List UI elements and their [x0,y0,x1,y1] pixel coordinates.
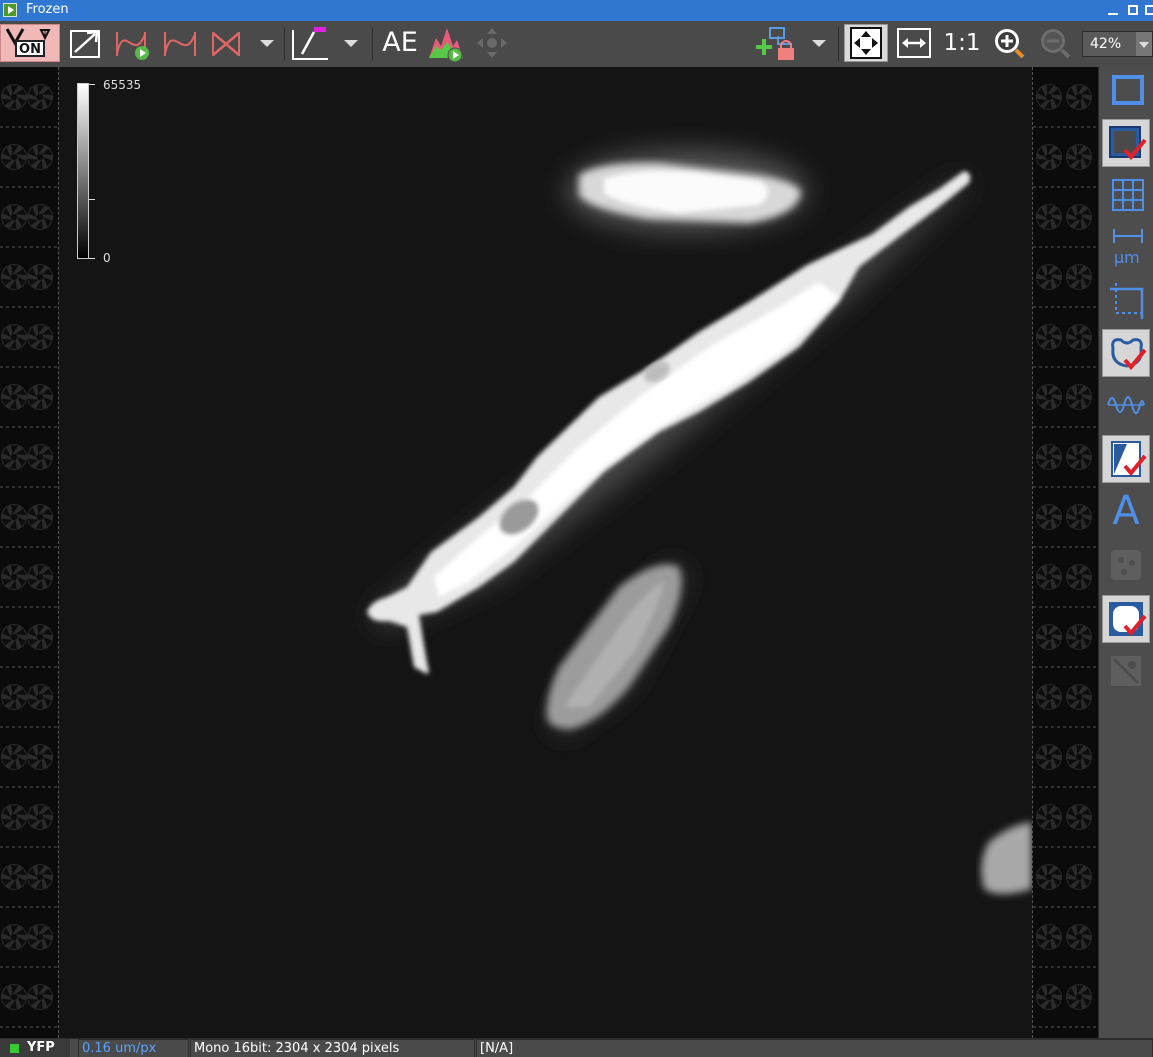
overlay-toggle-button[interactable] [1102,119,1150,167]
close-button[interactable] [1145,5,1153,15]
lut-check-icon [1111,441,1147,477]
calibration-bar [77,83,89,259]
chevron-down-icon [812,40,826,47]
lut-curve-play-icon [116,32,149,60]
overlay-check-icon [1109,126,1147,161]
roi-check-icon [1111,338,1147,371]
app-icon [3,3,17,17]
zoom-in-icon [995,29,1025,59]
title-bar: Frozen [0,0,1153,21]
roi-arrow-icon [70,30,100,58]
shutter-pattern-icon [0,84,58,1028]
scale-bar-um-icon: µm [1113,229,1143,267]
left-background-strip [0,67,59,1038]
waveform-button[interactable] [1102,381,1150,429]
fit-to-window-icon [850,27,882,59]
line-profile-button[interactable] [290,24,332,62]
pixel-scale-link[interactable]: 0.16 um/px [78,1039,189,1057]
binary-objects-icon [1111,550,1141,580]
crop-icon [1110,283,1146,319]
auto-exposure-button[interactable]: AE [380,24,420,62]
waveform-icon [1107,396,1145,414]
frame-button[interactable] [1102,67,1150,115]
layer-options-dropdown[interactable] [806,24,832,62]
maximize-button[interactable] [1128,5,1138,15]
fit-width-icon [897,28,931,58]
crop-button[interactable] [1102,275,1150,323]
cell-image [59,67,1032,1038]
right-background-strip [1032,67,1098,1038]
histogram-play-button[interactable] [426,24,468,62]
histogram-play-icon [429,28,463,62]
zoom-out-icon [1041,29,1071,59]
scale-bar-unit-label: µm [1114,248,1140,267]
calibration-tick-mid [89,199,95,200]
channel-color-led [10,1044,19,1053]
line-profile-icon [292,27,328,60]
scale-bar-button[interactable]: µm [1102,223,1150,271]
chevron-down-icon[interactable] [1136,32,1152,56]
chevron-down-icon [260,40,274,47]
lut-reset-button[interactable] [208,24,246,62]
add-layer-button[interactable] [752,24,802,62]
minimize-button[interactable] [1108,5,1118,15]
lut-overlay-toggle-button[interactable] [1102,435,1150,483]
channel-indicator[interactable]: YFP [0,1039,70,1057]
lut-curve-button[interactable] [160,24,202,62]
lut-play-button[interactable] [112,24,154,62]
microscope-image[interactable] [59,67,1032,1038]
toolbar-divider [284,27,285,61]
objects-button [1102,647,1150,695]
frame-icon [1112,75,1144,105]
overlay-side-panel: µm A [1098,67,1153,1038]
pan-arrows-icon [477,28,507,58]
shutter-pattern-icon [1033,84,1098,1028]
live-toggle-button[interactable]: ON [0,24,60,62]
fit-width-button[interactable] [894,24,934,62]
zoom-level-value: 42% [1090,36,1122,52]
annotation-text-button[interactable]: A [1102,487,1150,535]
image-format-readout: Mono 16bit: 2304 x 2304 pixels [190,1039,475,1057]
lut-reset-icon [212,32,240,56]
calibration-tick-min [89,258,95,259]
live-toggle-label: ON [15,40,45,57]
objects-disabled-icon [1111,656,1141,686]
zoom-one-to-one-button[interactable]: 1:1 [942,24,982,62]
zoom-in-button[interactable] [990,24,1028,62]
toolbar: ON AE 1:1 42% [0,21,1153,68]
lut-curve-icon [164,32,196,56]
fit-to-window-button[interactable] [844,24,888,62]
zoom-level-select[interactable]: 42% [1082,31,1153,57]
measure-check-icon [1109,602,1147,637]
lut-options-dropdown[interactable] [254,24,280,62]
channel-name: YFP [27,1040,55,1055]
window-title: Frozen [26,2,69,17]
grid-button[interactable] [1102,171,1150,219]
toolbar-divider [838,27,839,61]
roi-toggle-button[interactable] [1102,329,1150,377]
chevron-down-icon [344,40,358,47]
calibration-min-label: 0 [103,251,111,265]
status-bar: YFP 0.16 um/px Mono 16bit: 2304 x 2304 p… [0,1038,1153,1057]
pan-button [474,24,510,62]
pixel-value-readout: [N/A] [476,1039,1153,1057]
calibration-tick-max [89,84,95,85]
zoom-out-button[interactable] [1036,24,1074,62]
calibration-max-label: 65535 [103,78,142,92]
grid-icon [1112,179,1144,211]
measure-toggle-button[interactable] [1102,595,1150,643]
roi-arrow-button[interactable] [67,24,105,62]
add-lock-layer-icon [756,27,794,60]
toolbar-divider [372,27,373,61]
profile-options-dropdown[interactable] [338,24,364,62]
binary-objects-button [1102,541,1150,589]
image-viewer[interactable] [0,67,1098,1038]
